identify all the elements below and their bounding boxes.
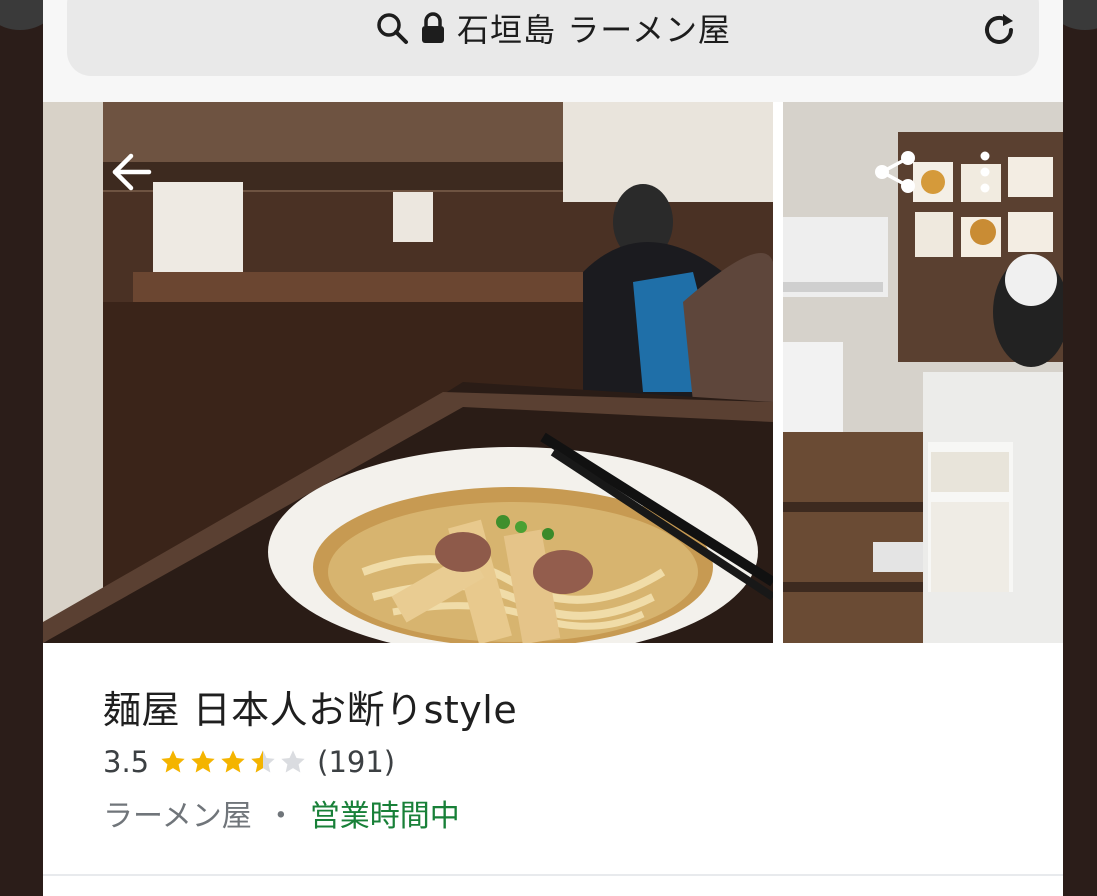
star-icon: [161, 750, 185, 773]
address-bar-content: 石垣島 ラーメン屋: [67, 8, 1039, 49]
search-icon: [375, 11, 409, 45]
more-vert-icon[interactable]: [957, 144, 1013, 200]
place-name[interactable]: 麺屋 日本人お断りstyle: [103, 679, 517, 734]
star-half-icon: [251, 750, 275, 773]
rating-row[interactable]: 3.5 (191): [103, 745, 395, 779]
meta-row: ラーメン屋 ・ 営業時間中: [103, 791, 460, 835]
browser-toolbar: 石垣島 ラーメン屋: [43, 0, 1063, 102]
place-info-panel: 麺屋 日本人お断りstyle 3.5 (191) ラーメン屋 ・ 営業時間中: [43, 643, 1063, 896]
meta-separator: ・: [265, 799, 296, 834]
open-status: 営業時間中: [309, 799, 460, 834]
star-empty-icon: [281, 750, 305, 773]
lock-icon: [419, 11, 447, 45]
place-category: ラーメン屋: [103, 799, 252, 834]
address-bar[interactable]: 石垣島 ラーメン屋: [67, 0, 1039, 76]
device-frame-left: [0, 0, 43, 896]
star-icon: [191, 750, 215, 773]
address-bar-query: 石垣島 ラーメン屋: [457, 11, 731, 49]
browser-screen: 石垣島 ラーメン屋 麺屋 日本人お断りstyle 3.5 (191) ラーメン屋…: [43, 0, 1063, 896]
photo-carousel[interactable]: [43, 102, 1063, 643]
rating-value: 3.5: [103, 745, 150, 779]
divider: [43, 874, 1063, 876]
reload-icon[interactable]: [979, 10, 1019, 50]
review-count[interactable]: (191): [317, 745, 395, 779]
star-icon: [221, 750, 245, 773]
device-frame-right: [1063, 0, 1097, 896]
share-icon[interactable]: [868, 144, 924, 200]
back-arrow-icon[interactable]: [103, 144, 159, 200]
star-rating: [159, 748, 307, 776]
